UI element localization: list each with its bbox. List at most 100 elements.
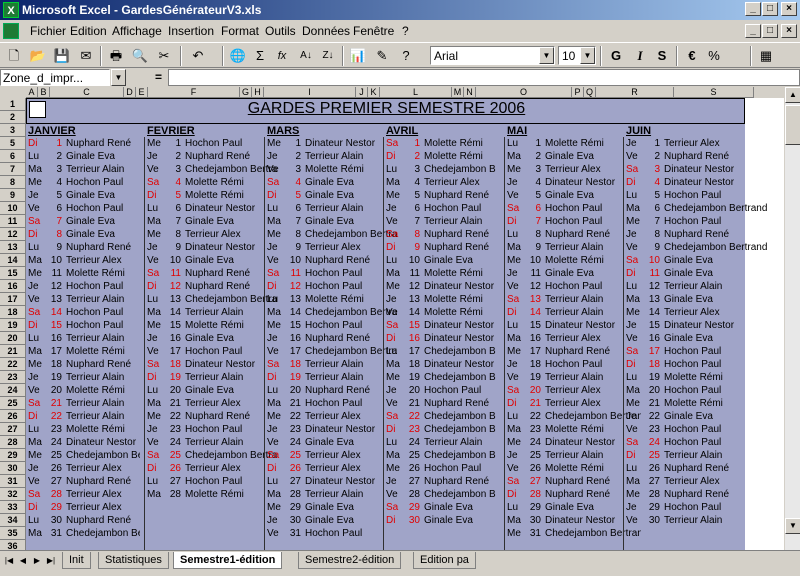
row-header[interactable]: 17 [0, 293, 26, 306]
day-number[interactable]: 4 [402, 176, 420, 189]
day-number[interactable]: 16 [163, 332, 181, 345]
undo-icon[interactable]: ↶ [188, 46, 208, 66]
duty-name[interactable]: Dinateur Nestor [664, 319, 782, 332]
duty-name[interactable]: Terrieur Alain [664, 449, 782, 462]
row-header[interactable]: 9 [0, 189, 26, 202]
duty-name[interactable]: Dinateur Nestor [424, 332, 496, 345]
row-header[interactable]: 15 [0, 267, 26, 280]
duty-name[interactable]: Hochon Paul [66, 280, 140, 293]
day-number[interactable]: 19 [44, 371, 62, 384]
day-number[interactable]: 30 [523, 514, 541, 527]
duty-name[interactable]: Terrieur Alain [66, 293, 140, 306]
day-abbrev[interactable]: Je [28, 462, 44, 475]
day-abbrev[interactable]: Ve [267, 163, 283, 176]
day-abbrev[interactable]: Sa [507, 384, 523, 397]
day-number[interactable]: 21 [642, 397, 660, 410]
column-header[interactable]: I [264, 87, 356, 98]
day-abbrev[interactable]: Di [626, 267, 642, 280]
day-abbrev[interactable]: Je [626, 501, 642, 514]
column-header[interactable]: R [596, 87, 674, 98]
duty-name[interactable]: Nuphard René [424, 475, 496, 488]
day-abbrev[interactable]: Ve [507, 462, 523, 475]
day-abbrev[interactable]: Me [28, 267, 44, 280]
day-abbrev[interactable]: Di [28, 319, 44, 332]
day-number[interactable]: 9 [402, 241, 420, 254]
column-header[interactable]: D [124, 87, 136, 98]
day-number[interactable]: 18 [44, 358, 62, 371]
day-abbrev[interactable]: Sa [147, 449, 163, 462]
day-abbrev[interactable]: Di [626, 176, 642, 189]
day-abbrev[interactable]: Lu [386, 345, 402, 358]
day-number[interactable]: 9 [44, 241, 62, 254]
day-number[interactable]: 19 [163, 371, 181, 384]
duty-name[interactable]: Chedejambon Bertrand [424, 488, 496, 501]
duty-name[interactable]: Hochon Paul [424, 384, 496, 397]
doc-minimize-button[interactable]: _ [745, 24, 761, 38]
day-abbrev[interactable]: Lu [386, 254, 402, 267]
day-abbrev[interactable]: Ma [267, 488, 283, 501]
day-number[interactable]: 27 [523, 475, 541, 488]
day-number[interactable]: 12 [642, 280, 660, 293]
tab-semestre1[interactable]: Semestre1-édition [173, 552, 283, 569]
menu-format[interactable]: Format [221, 24, 259, 38]
day-number[interactable]: 25 [523, 449, 541, 462]
bold-button[interactable]: G [606, 46, 626, 66]
new-icon[interactable]: 🗋 [4, 46, 24, 66]
day-number[interactable]: 1 [402, 137, 420, 150]
day-abbrev[interactable]: Di [147, 462, 163, 475]
first-sheet-icon[interactable]: |◀ [2, 554, 16, 568]
day-abbrev[interactable]: Ma [507, 423, 523, 436]
day-abbrev[interactable]: Ma [147, 488, 163, 501]
menu-fichier[interactable]: Fichier [30, 24, 66, 38]
row-header[interactable]: 32 [0, 488, 26, 501]
column-header[interactable]: M [452, 87, 464, 98]
day-abbrev[interactable]: Je [147, 423, 163, 436]
day-number[interactable]: 5 [283, 189, 301, 202]
day-number[interactable]: 1 [523, 137, 541, 150]
menu-insertion[interactable]: Insertion [168, 24, 214, 38]
day-number[interactable]: 6 [44, 202, 62, 215]
day-abbrev[interactable]: Ve [147, 254, 163, 267]
duty-name[interactable]: Nuphard René [664, 150, 782, 163]
day-number[interactable]: 2 [44, 150, 62, 163]
day-abbrev[interactable]: Ve [267, 254, 283, 267]
underline-button[interactable]: S [652, 46, 672, 66]
day-abbrev[interactable]: Ma [28, 163, 44, 176]
minimize-button[interactable]: _ [745, 2, 761, 16]
duty-name[interactable]: Ginale Eva [66, 189, 140, 202]
chevron-down-icon[interactable]: ▼ [539, 47, 554, 64]
row-header[interactable]: 1 [0, 98, 26, 111]
day-number[interactable]: 28 [44, 488, 62, 501]
column-header[interactable]: H [252, 87, 264, 98]
day-abbrev[interactable]: Ve [267, 436, 283, 449]
email-icon[interactable]: ✉ [76, 46, 96, 66]
duty-name[interactable]: Chedejambon Bertrand [664, 241, 782, 254]
duty-name[interactable]: Hochon Paul [664, 436, 782, 449]
day-number[interactable]: 17 [44, 345, 62, 358]
column-header[interactable]: G [240, 87, 252, 98]
row-header[interactable]: 8 [0, 176, 26, 189]
day-number[interactable]: 30 [642, 514, 660, 527]
duty-name[interactable]: Ginale Eva [66, 150, 140, 163]
duty-name[interactable]: Chedejambon Bertrand [424, 449, 496, 462]
day-abbrev[interactable]: Je [507, 176, 523, 189]
duty-name[interactable]: Ginale Eva [664, 332, 782, 345]
duty-name[interactable]: Terrieur Alain [66, 332, 140, 345]
day-number[interactable]: 26 [402, 462, 420, 475]
day-abbrev[interactable]: Ma [626, 475, 642, 488]
day-abbrev[interactable]: Je [386, 384, 402, 397]
row-header[interactable]: 26 [0, 410, 26, 423]
day-abbrev[interactable]: Di [386, 332, 402, 345]
day-abbrev[interactable]: Sa [507, 293, 523, 306]
day-abbrev[interactable]: Ma [147, 397, 163, 410]
day-abbrev[interactable]: Me [147, 410, 163, 423]
day-number[interactable]: 4 [642, 176, 660, 189]
day-number[interactable]: 17 [642, 345, 660, 358]
sort-asc-icon[interactable]: A↓ [296, 46, 316, 66]
open-icon[interactable]: 📂 [28, 46, 48, 66]
day-number[interactable]: 5 [523, 189, 541, 202]
day-number[interactable]: 3 [44, 163, 62, 176]
day-abbrev[interactable]: Ma [626, 293, 642, 306]
day-abbrev[interactable]: Lu [507, 228, 523, 241]
menu-edition[interactable]: Edition [70, 24, 107, 38]
